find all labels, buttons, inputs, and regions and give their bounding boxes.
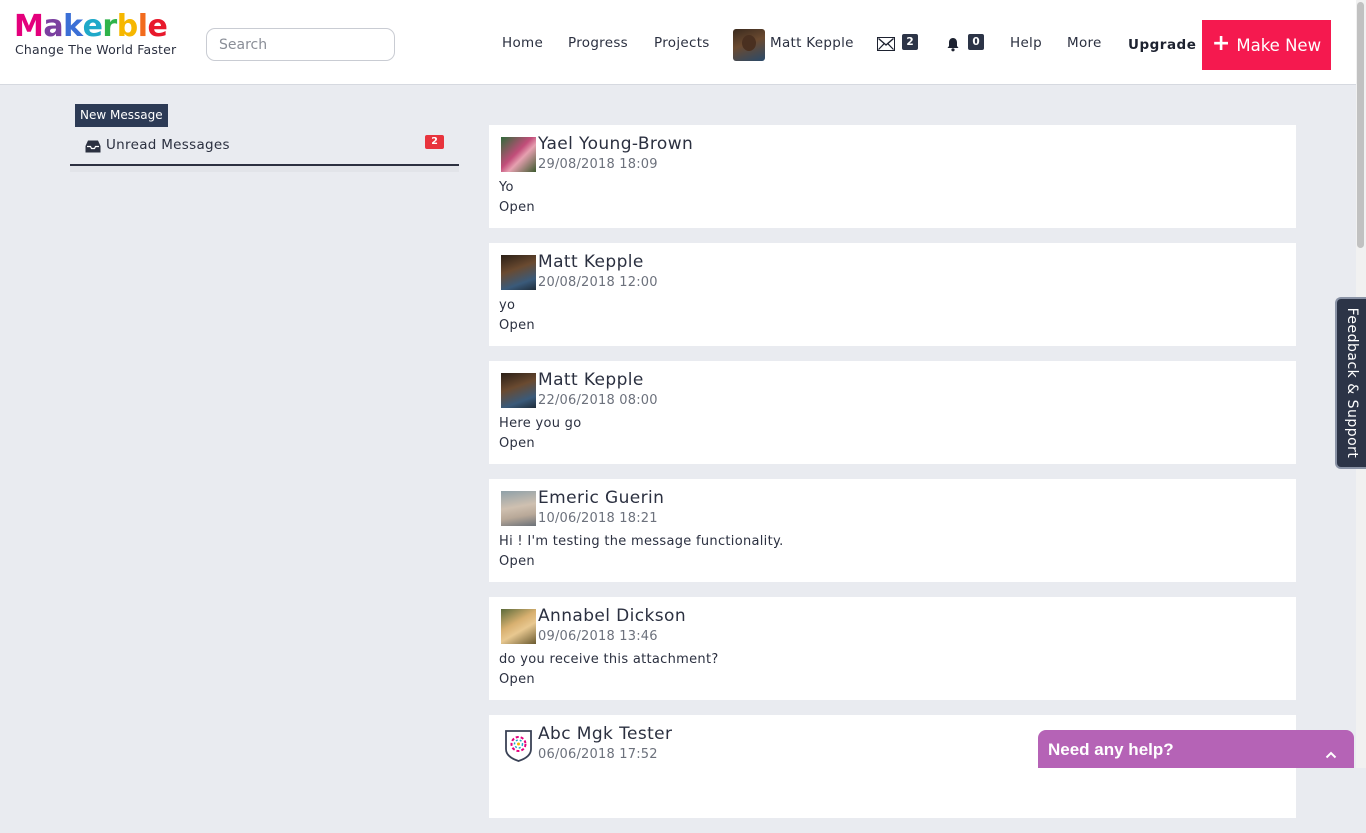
avatar[interactable] — [501, 137, 536, 172]
message-list: Yael Young-Brown 29/08/2018 18:09 Yo Ope… — [489, 125, 1296, 833]
sender-name[interactable]: Matt Kepple — [538, 370, 644, 390]
logo-letter: k — [63, 9, 83, 44]
avatar[interactable] — [501, 255, 536, 290]
user-avatar[interactable] — [733, 29, 765, 61]
logo-letter: e — [147, 9, 168, 44]
shield-logo-icon[interactable] — [501, 727, 536, 762]
logo-letter: b — [116, 9, 138, 44]
feedback-support-tab[interactable]: Feedback & Support — [1335, 297, 1366, 469]
logo-wordmark: Makerble — [14, 10, 176, 44]
unread-count-badge: 2 — [425, 135, 444, 149]
message-preview: do you receive this attachment? — [499, 652, 719, 667]
avatar[interactable] — [501, 491, 536, 526]
scrollbar-thumb[interactable] — [1357, 2, 1364, 248]
messages-count-badge: 2 — [902, 34, 918, 50]
message-card[interactable]: Annabel Dickson 09/06/2018 13:46 do you … — [489, 597, 1296, 700]
nav-projects[interactable]: Projects — [654, 35, 710, 51]
nav-more[interactable]: More — [1067, 35, 1102, 51]
notifications-count-badge: 0 — [968, 34, 984, 50]
inbox-icon — [85, 138, 101, 157]
bell-icon[interactable] — [946, 37, 960, 56]
help-widget-label: Need any help? — [1048, 740, 1174, 759]
help-chat-widget[interactable]: Need any help? — [1038, 730, 1354, 768]
open-message-link[interactable]: Open — [499, 436, 535, 451]
unread-messages-folder[interactable]: Unread Messages 2 — [70, 130, 459, 166]
plus-icon: + — [1211, 31, 1231, 56]
message-date: 29/08/2018 18:09 — [538, 157, 658, 172]
sender-name[interactable]: Abc Mgk Tester — [538, 724, 672, 744]
message-date: 22/06/2018 08:00 — [538, 393, 658, 408]
logo-letter: l — [137, 9, 148, 44]
open-message-link[interactable]: Open — [499, 200, 535, 215]
make-new-button[interactable]: + Make New — [1202, 20, 1331, 70]
logo-letter: M — [14, 9, 44, 44]
new-message-button[interactable]: New Message — [75, 104, 168, 127]
upgrade-link[interactable]: Upgrade — [1128, 37, 1196, 53]
sidebar-divider — [70, 166, 459, 172]
logo-letter: e — [82, 9, 103, 44]
message-preview: Yo — [499, 180, 514, 195]
message-card[interactable]: Yael Young-Brown 29/08/2018 18:09 Yo Ope… — [489, 125, 1296, 228]
logo-tagline: Change The World Faster — [15, 42, 177, 57]
message-card[interactable]: Matt Kepple 22/06/2018 08:00 Here you go… — [489, 361, 1296, 464]
message-date: 10/06/2018 18:21 — [538, 511, 658, 526]
message-date: 20/08/2018 12:00 — [538, 275, 658, 290]
sender-name[interactable]: Yael Young-Brown — [538, 134, 693, 154]
makerble-logo[interactable]: Makerble Change The World Faster — [14, 10, 177, 58]
nav-user-name[interactable]: Matt Kepple — [770, 35, 854, 51]
message-preview: Hi ! I'm testing the message functionali… — [499, 534, 784, 549]
sender-name[interactable]: Matt Kepple — [538, 252, 644, 272]
message-date: 06/06/2018 17:52 — [538, 747, 658, 762]
search-input[interactable] — [206, 28, 395, 61]
top-header: Makerble Change The World Faster Home Pr… — [0, 0, 1356, 85]
nav-help[interactable]: Help — [1010, 35, 1042, 51]
message-card[interactable]: Emeric Guerin 10/06/2018 18:21 Hi ! I'm … — [489, 479, 1296, 582]
message-preview: Here you go — [499, 416, 582, 431]
feedback-support-label: Feedback & Support — [1343, 307, 1360, 459]
avatar[interactable] — [501, 373, 536, 408]
make-new-label: Make New — [1236, 35, 1322, 55]
message-card[interactable]: Matt Kepple 20/08/2018 12:00 yo Open — [489, 243, 1296, 346]
logo-letter: a — [43, 9, 64, 44]
chevron-up-icon — [1325, 744, 1337, 763]
sender-name[interactable]: Emeric Guerin — [538, 488, 664, 508]
sender-name[interactable]: Annabel Dickson — [538, 606, 686, 626]
mail-icon[interactable] — [877, 37, 895, 51]
open-message-link[interactable]: Open — [499, 554, 535, 569]
message-preview: yo — [499, 298, 516, 313]
avatar[interactable] — [501, 609, 536, 644]
message-date: 09/06/2018 13:46 — [538, 629, 658, 644]
unread-messages-label: Unread Messages — [106, 137, 230, 153]
open-message-link[interactable]: Open — [499, 318, 535, 333]
open-message-link[interactable]: Open — [499, 672, 535, 687]
nav-progress[interactable]: Progress — [568, 35, 628, 51]
nav-home[interactable]: Home — [502, 35, 543, 51]
logo-letter: r — [102, 9, 117, 44]
